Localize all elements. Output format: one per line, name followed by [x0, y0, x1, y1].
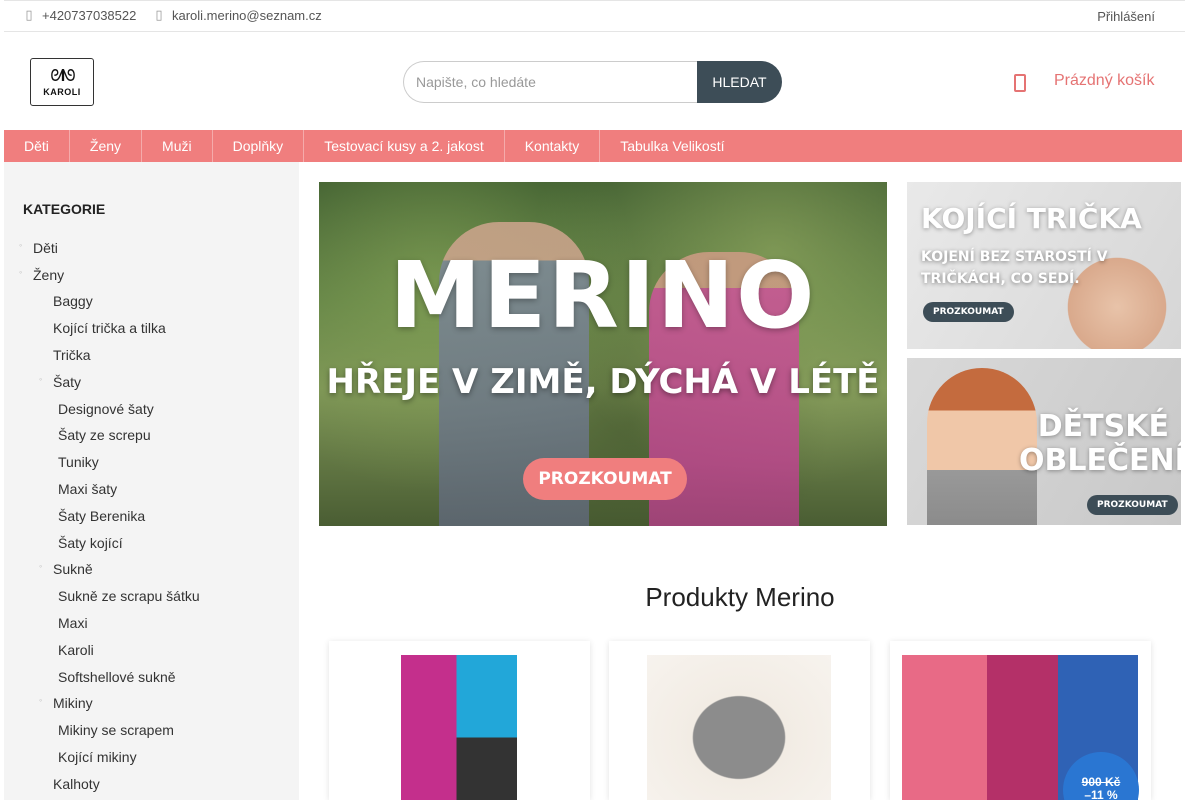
category-item[interactable]: Šaty Berenika: [58, 508, 145, 524]
nursing-banner-cta[interactable]: PROZKOUMAT: [923, 302, 1014, 322]
product-image[interactable]: [401, 655, 517, 800]
category-item[interactable]: Maxi šaty: [58, 481, 117, 497]
logo-mark-icon: ᘛᘚ: [50, 65, 75, 85]
nav-item-tabulka-velikosti[interactable]: Tabulka Velikostí: [600, 130, 744, 162]
category-item[interactable]: ◦ Šaty: [39, 374, 81, 390]
nav-item-zeny[interactable]: Ženy: [70, 130, 143, 162]
category-item[interactable]: Sukně ze scrapu šátku: [58, 588, 200, 604]
hero-title: MERINO: [389, 242, 817, 349]
category-item[interactable]: ◦ Děti: [19, 240, 58, 256]
nursing-banner-text: KOJENÍ BEZ STAROSTÍ V TRIČKÁCH, CO SEDÍ.: [921, 249, 1108, 287]
category-item[interactable]: ◦ Sukně: [39, 561, 93, 577]
category-sidebar: KATEGORIE ◦ Děti ◦ Ženy Baggy Kojící tričk…: [4, 162, 299, 800]
search-input[interactable]: [403, 61, 697, 103]
nav-item-kontakty[interactable]: Kontakty: [505, 130, 601, 162]
category-item[interactable]: Šaty ze screpu: [58, 427, 151, 443]
sidebar-heading: KATEGORIE: [23, 201, 106, 217]
email-contact[interactable]: ▯ karoli.merino@seznam.cz: [154, 8, 322, 23]
category-item[interactable]: Kojící trička a tilka: [53, 320, 166, 336]
product-card[interactable]: [329, 641, 590, 800]
search-bar: Hledat: [403, 61, 782, 103]
login-link[interactable]: Přihlášení: [1097, 9, 1155, 24]
nav-item-muzi[interactable]: Muži: [142, 130, 213, 162]
cart[interactable]: Prázdný košík: [1014, 72, 1154, 92]
logo-text: KAROLI: [43, 86, 81, 97]
kids-banner-title: DĚTSKÉ OBLEČENÍ: [1019, 409, 1181, 478]
category-item[interactable]: Karoli: [58, 642, 94, 658]
products-section-title: Produkty Merino: [645, 582, 835, 612]
nav-item-deti[interactable]: Děti: [4, 130, 70, 162]
category-item[interactable]: Trička: [53, 347, 91, 363]
cart-label[interactable]: Prázdný košík: [1054, 72, 1154, 90]
hero-banner[interactable]: MERINO HŘEJE V ZIMĚ, DÝCHÁ V LÉTĚ PROZKO…: [319, 182, 887, 526]
category-item[interactable]: Šaty kojící: [58, 535, 123, 551]
category-item[interactable]: Tuniky: [58, 454, 99, 470]
product-image[interactable]: [647, 655, 831, 800]
nursing-shirts-banner[interactable]: KOJÍCÍ TRIČKA KOJENÍ BEZ STAROSTÍ V TRIČ…: [907, 182, 1181, 349]
discount-percent: –11 %: [1084, 788, 1118, 800]
product-card[interactable]: [609, 641, 870, 800]
nursing-banner-title: KOJÍCÍ TRIČKA: [921, 202, 1142, 235]
phone-icon: ▯: [25, 8, 33, 23]
category-item[interactable]: Softshellové sukně: [58, 669, 176, 685]
search-button[interactable]: Hledat: [697, 61, 782, 103]
category-item[interactable]: ◦ Ženy: [19, 267, 64, 283]
category-item[interactable]: Designové šaty: [58, 401, 154, 417]
category-item[interactable]: Kalhoty: [53, 776, 100, 792]
kids-banner-cta[interactable]: PROZKOUMAT: [1087, 495, 1178, 515]
category-item[interactable]: Kojící mikiny: [58, 749, 137, 765]
top-bar: ▯ +420737038522 ▯ karoli.merino@seznam.c…: [4, 0, 1185, 32]
hero-cta-button[interactable]: PROZKOUMAT: [523, 458, 687, 500]
email-icon: ▯: [155, 8, 163, 23]
category-item[interactable]: Maxi: [58, 615, 88, 631]
category-item[interactable]: Mikiny se scrapem: [58, 722, 174, 738]
category-item[interactable]: Baggy: [53, 293, 93, 309]
phone-number[interactable]: +420737038522: [42, 8, 136, 23]
email-address[interactable]: karoli.merino@seznam.cz: [172, 8, 322, 23]
nav-item-testovaci-kusy[interactable]: Testovací kusy a 2. jakost: [304, 130, 505, 162]
kids-clothing-banner[interactable]: DĚTSKÉ OBLEČENÍ PROZKOUMAT: [907, 358, 1181, 525]
category-item[interactable]: ◦ Mikiny: [39, 695, 93, 711]
hero-subtitle: HŘEJE V ZIMĚ, DÝCHÁ V LÉTĚ: [326, 362, 880, 402]
logo[interactable]: ᘛᘚ KAROLI: [30, 58, 94, 106]
phone-contact[interactable]: ▯ +420737038522: [24, 8, 136, 23]
main-nav: Děti Ženy Muži Doplňky Testovací kusy a …: [4, 130, 1182, 162]
product-card[interactable]: 900 Kč –11 %: [890, 641, 1151, 800]
cart-icon[interactable]: [1014, 74, 1026, 92]
header: ᘛᘚ KAROLI Hledat Prázdný košík: [0, 32, 1200, 130]
nav-item-doplnky[interactable]: Doplňky: [213, 130, 305, 162]
